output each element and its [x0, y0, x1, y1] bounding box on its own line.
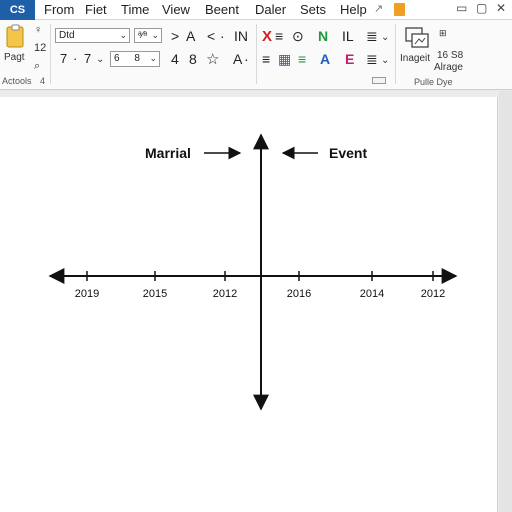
divider-dot: · — [220, 28, 225, 44]
numbering-icon[interactable]: N — [318, 28, 328, 44]
chevron-down-icon: ⌄ — [119, 30, 127, 40]
font-name-combo[interactable]: Dtd ⌄ — [55, 28, 130, 43]
chevron-down-icon: ⌄ — [149, 53, 157, 63]
menu-item-daler[interactable]: Daler — [255, 2, 286, 17]
ribbon-separator — [256, 24, 257, 84]
left-label: Marrial — [145, 145, 191, 161]
align-left-icon[interactable]: ≡ — [262, 51, 270, 67]
document-page[interactable]: 2019 2015 2012 2016 2014 2012 Marrial Ev… — [0, 97, 498, 512]
clipboard-icon — [6, 24, 24, 48]
right-label: Event — [329, 145, 367, 161]
menu-item-view[interactable]: View — [162, 2, 190, 17]
accent-app-icon[interactable] — [394, 3, 405, 16]
ribbon-separator — [395, 24, 396, 84]
tick-label: 2019 — [75, 288, 99, 300]
ribbon-group-label: Pulle Dye — [414, 77, 453, 87]
justify-icon[interactable]: ≣ — [366, 51, 378, 68]
bullets-icon[interactable]: ≡ — [275, 28, 283, 44]
menu-item-time[interactable]: Time — [121, 2, 149, 17]
settings-circle-icon[interactable]: ⊙ — [292, 28, 304, 45]
tick-label: 2012 — [421, 288, 445, 300]
menu-item-help[interactable]: Help — [340, 2, 367, 17]
paste-label: Pagt — [4, 52, 25, 63]
size-combo-a: 6 — [114, 53, 120, 64]
grow-font-icon[interactable]: > — [171, 28, 179, 44]
insert-image-label: Inageit — [400, 53, 431, 64]
chevron-down-icon[interactable]: ⌄ — [381, 32, 389, 43]
size-decrease[interactable]: 7 — [60, 51, 67, 66]
number-eight[interactable]: 8 — [189, 51, 197, 67]
tick-label: 2014 — [360, 288, 384, 300]
indent-icon[interactable]: IN — [234, 28, 248, 44]
maximize-icon[interactable]: ▢ — [476, 1, 487, 15]
side-icon-top[interactable]: ⊞ — [439, 28, 447, 39]
share-arrow-icon[interactable]: ↗ — [374, 2, 383, 15]
number-four[interactable]: 4 — [171, 51, 179, 67]
minimize-icon[interactable]: ▭ — [456, 1, 467, 15]
size-sep: · — [73, 51, 78, 66]
tick-label: 2016 — [287, 288, 311, 300]
font-color-icon[interactable]: A — [233, 51, 242, 67]
chevron-down-icon[interactable]: ⌄ — [96, 54, 104, 65]
size-label-bottom: Alrage — [434, 62, 463, 73]
star-icon[interactable]: ☆ — [206, 50, 219, 68]
font-size-value: ᵃ⁄ᵃ — [138, 30, 148, 41]
menu-item-fiet[interactable]: Fiet — [85, 2, 107, 17]
shading-icon[interactable]: ▦ — [278, 51, 291, 68]
menu-bar: CS From Fiet Time View Beent Daler Sets … — [0, 0, 512, 20]
copy-icon[interactable]: ⌕ — [34, 60, 40, 73]
line-spacing-icon[interactable]: IL — [342, 28, 354, 44]
font-a-icon[interactable]: A — [186, 28, 195, 44]
document-area: 2019 2015 2012 2016 2014 2012 Marrial Ev… — [0, 91, 512, 512]
vertical-scrollbar[interactable] — [499, 91, 512, 512]
divider-dot: · — [244, 51, 249, 67]
font-name-value: Dtd — [59, 30, 75, 41]
align-icon[interactable]: ≣ — [366, 28, 378, 45]
menu-item-beent[interactable]: Beent — [205, 2, 239, 17]
size-label-top: 16 S8 — [437, 50, 464, 61]
timeline-diagram: 2019 2015 2012 2016 2014 2012 Marrial Ev… — [48, 133, 458, 411]
text-color-icon[interactable]: A — [320, 51, 330, 67]
chevron-down-icon[interactable]: ⌄ — [381, 55, 389, 66]
font-size-combo[interactable]: ᵃ⁄ᵃ ⌄ — [134, 28, 162, 43]
chevron-down-icon: ⌄ — [151, 30, 159, 40]
app-badge[interactable]: CS — [0, 0, 35, 20]
size-combo-b: 8 — [134, 53, 140, 64]
cut-icon[interactable]: 12 — [34, 42, 46, 54]
size-increase[interactable]: 7 — [84, 51, 91, 66]
image-frame-icon — [405, 27, 429, 48]
paste-button[interactable] — [4, 23, 28, 49]
tick-label: 2012 — [213, 288, 237, 300]
ribbon-separator — [50, 24, 51, 84]
close-icon[interactable]: ✕ — [496, 1, 506, 15]
actions-group-label: Actools — [2, 76, 32, 86]
format-painter-icon[interactable]: ♀ — [34, 24, 42, 36]
insert-image-button[interactable] — [404, 25, 430, 51]
actions-count: 4 — [40, 76, 46, 86]
size-combo[interactable]: 6 8 ⌄ — [110, 51, 160, 67]
borders-icon[interactable]: ≡ — [298, 51, 306, 67]
dialog-launcher-icon[interactable] — [372, 77, 386, 84]
highlight-icon[interactable]: E — [345, 51, 354, 67]
shrink-font-icon[interactable]: < — [207, 28, 215, 44]
ribbon: Pagt ♀ 12 ⌕ Actools 4 Dtd ⌄ ᵃ⁄ᵃ ⌄ 7 · 7 … — [0, 20, 512, 90]
menu-item-sets[interactable]: Sets — [300, 2, 326, 17]
app-window: CS From Fiet Time View Beent Daler Sets … — [0, 0, 512, 512]
menu-item-from[interactable]: From — [44, 2, 74, 17]
clear-format-icon[interactable]: X — [262, 28, 272, 45]
tick-label: 2015 — [143, 288, 167, 300]
